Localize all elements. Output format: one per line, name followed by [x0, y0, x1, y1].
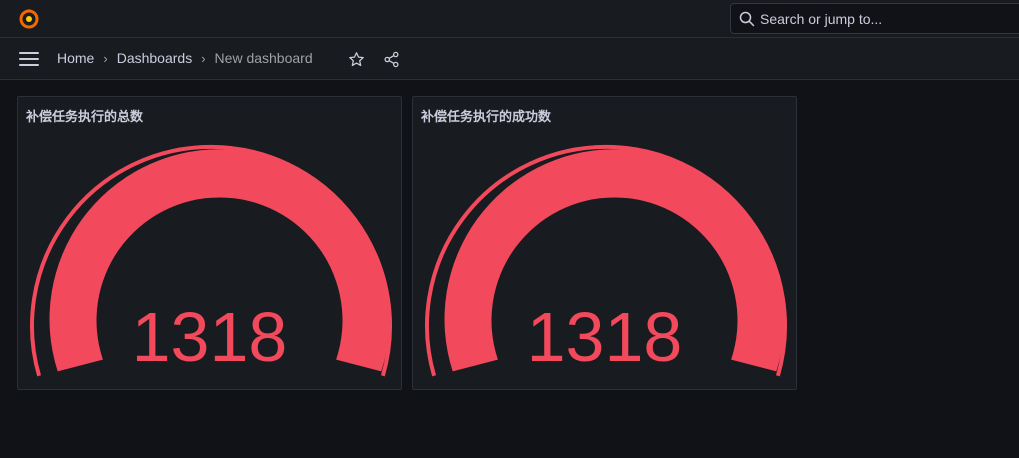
gauge-panel-total[interactable]: 补偿任务执行的总数 1318	[17, 96, 402, 390]
breadcrumb: Home › Dashboards › New dashboard	[57, 50, 313, 66]
star-icon[interactable]	[348, 51, 365, 68]
top-bar: Search or jump to...	[0, 0, 1019, 38]
breadcrumb-home[interactable]: Home	[57, 50, 94, 66]
breadcrumb-separator: ›	[201, 50, 206, 66]
share-icon[interactable]	[383, 51, 400, 68]
search-input[interactable]: Search or jump to...	[730, 3, 1019, 34]
gauge-panel-success[interactable]: 补偿任务执行的成功数 1318	[412, 96, 797, 390]
hamburger-menu-icon[interactable]	[18, 51, 40, 67]
gauge-value: 1318	[131, 298, 288, 376]
search-icon	[739, 11, 755, 27]
nav-bar: Home › Dashboards › New dashboard	[0, 38, 1019, 80]
breadcrumb-current: New dashboard	[214, 50, 313, 66]
gauge-value: 1318	[526, 298, 683, 376]
grafana-logo-icon[interactable]	[18, 8, 40, 30]
breadcrumb-dashboards[interactable]: Dashboards	[117, 50, 193, 66]
breadcrumb-separator: ›	[103, 50, 108, 66]
search-placeholder: Search or jump to...	[760, 11, 883, 27]
